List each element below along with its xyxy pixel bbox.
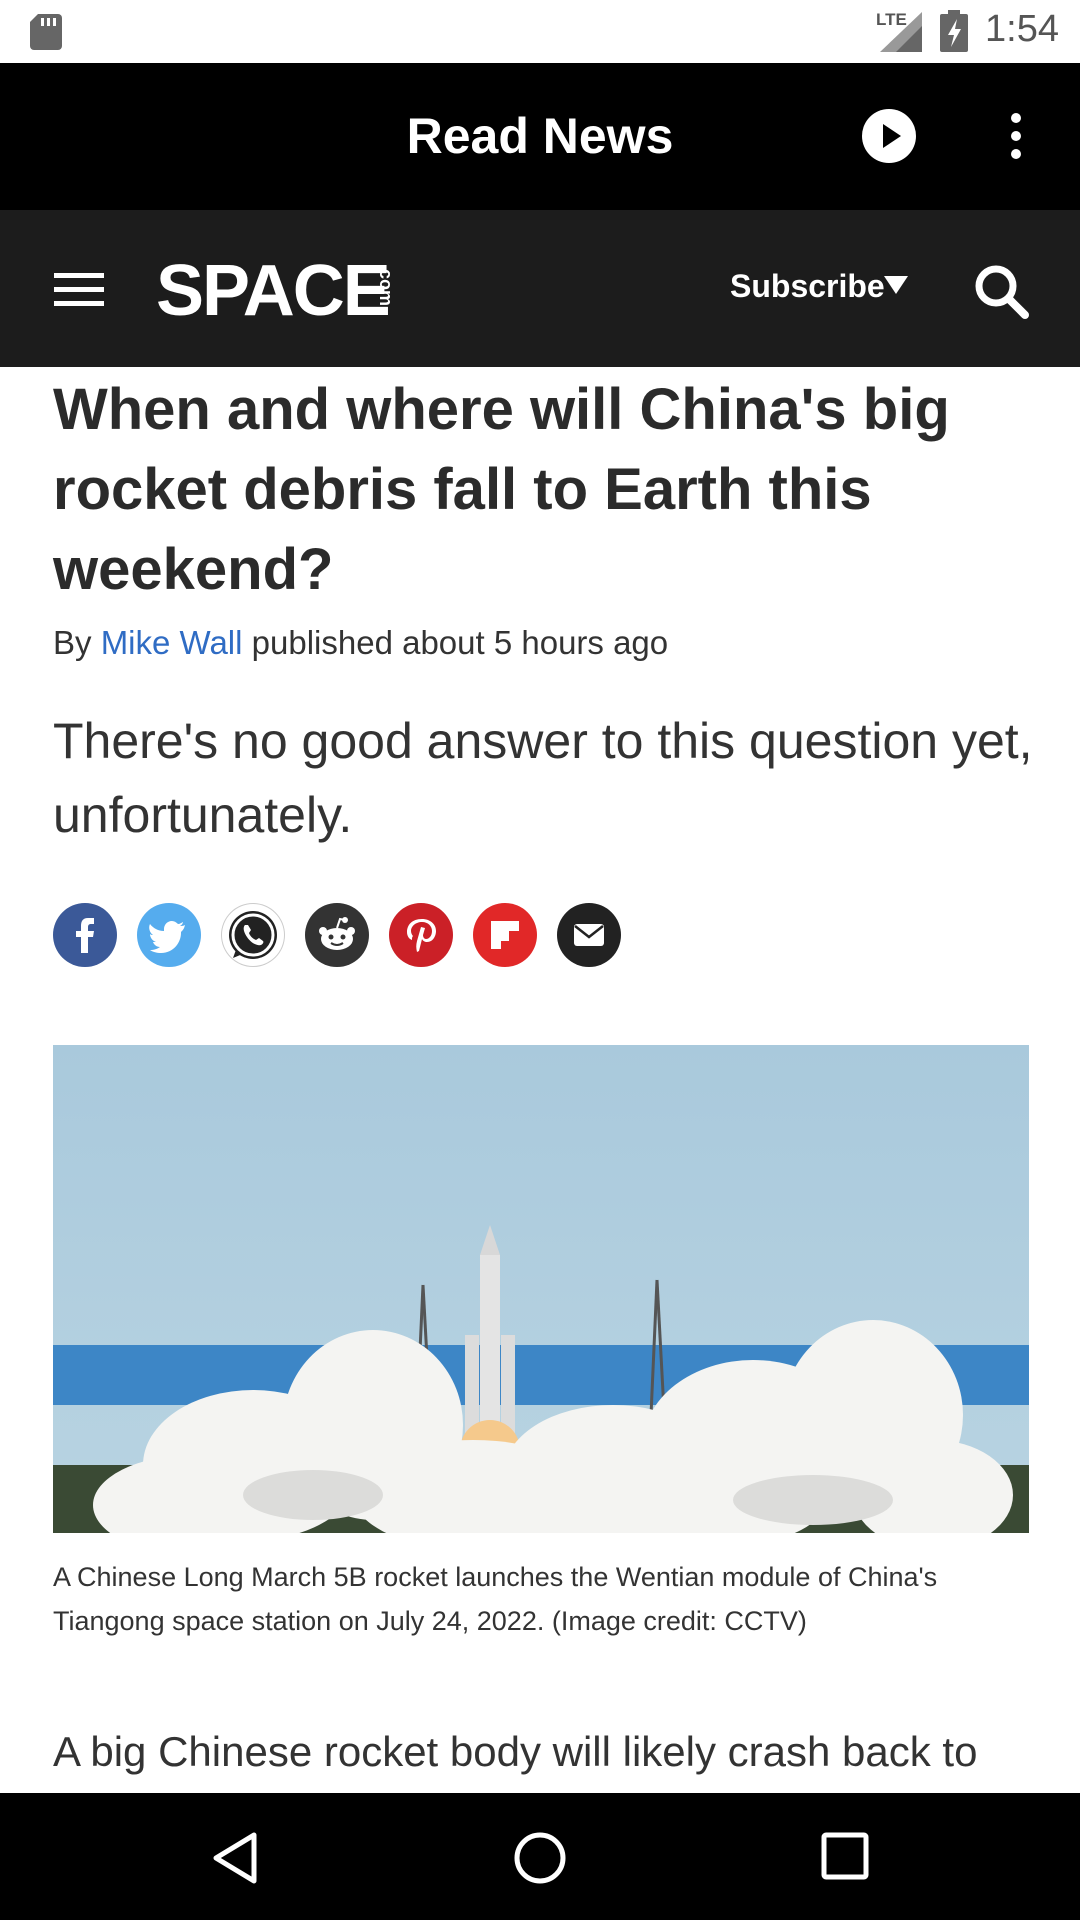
app-title: Read News: [406, 108, 674, 164]
status-time: 1:54: [985, 8, 1059, 50]
facebook-icon: [76, 918, 94, 953]
play-icon: [883, 124, 901, 148]
recents-icon[interactable]: [820, 1831, 870, 1881]
battery-charging-icon: [940, 10, 968, 52]
share-email-button[interactable]: [557, 903, 621, 967]
system-nav-bar: [0, 1793, 1080, 1920]
sd-card-icon: [30, 14, 62, 50]
logo-suffix: .com: [376, 264, 396, 307]
byline-prefix: By: [53, 624, 92, 661]
back-icon[interactable]: [210, 1831, 260, 1885]
pinterest-icon: [407, 919, 436, 952]
share-facebook-button[interactable]: [53, 903, 117, 967]
menu-icon[interactable]: [54, 273, 104, 307]
article-body-first-line: A big Chinese rocket body will likely cr…: [53, 1728, 978, 1775]
app-bar: Read News: [0, 63, 1080, 210]
site-header: SPACE .com Subscribe: [0, 210, 1080, 367]
reddit-icon: [319, 917, 355, 950]
status-bar: LTE 1:54: [0, 0, 1080, 63]
share-pinterest-button[interactable]: [389, 903, 453, 967]
twitter-icon: [149, 921, 185, 953]
author-link[interactable]: Mike Wall: [101, 624, 243, 661]
whatsapp-icon: [229, 911, 277, 959]
article-standfirst: There's no good answer to this question …: [53, 713, 1033, 843]
image-caption: A Chinese Long March 5B rocket launches …: [53, 1562, 938, 1636]
home-icon[interactable]: [513, 1831, 567, 1885]
article-headline: When and where will China's big rocket d…: [53, 377, 950, 602]
article-hero-image: [53, 1045, 1029, 1533]
more-vert-icon: [1011, 113, 1021, 123]
subscribe-button[interactable]: Subscribe: [730, 268, 885, 305]
search-icon[interactable]: [972, 262, 1030, 320]
play-button[interactable]: [862, 109, 916, 163]
signal-icon: [880, 12, 922, 52]
share-whatsapp-button[interactable]: [221, 903, 285, 967]
share-reddit-button[interactable]: [305, 903, 369, 967]
published-time: published about 5 hours ago: [251, 624, 669, 661]
more-options-button[interactable]: [1002, 113, 1030, 159]
share-twitter-button[interactable]: [137, 903, 201, 967]
email-icon: [574, 924, 604, 946]
share-flipboard-button[interactable]: [473, 903, 537, 967]
caret-down-icon[interactable]: [884, 276, 908, 294]
logo-text: SPACE: [156, 251, 391, 331]
flipboard-icon: [491, 921, 519, 949]
article-byline: By Mike Wall published about 5 hours ago: [53, 624, 668, 662]
